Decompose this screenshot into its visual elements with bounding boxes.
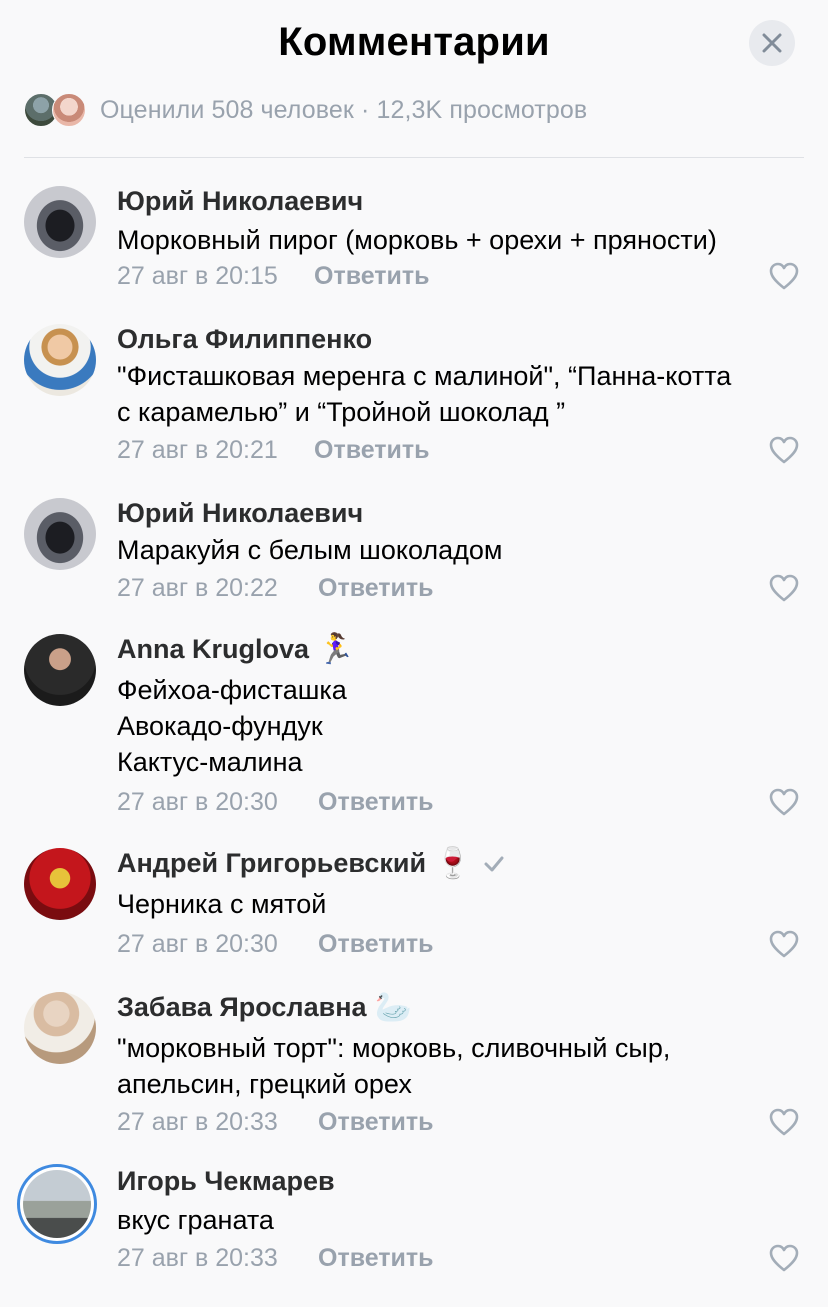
like-heart-icon[interactable] xyxy=(769,930,799,958)
avatar[interactable] xyxy=(17,1164,97,1244)
comment-text: Черника с мятой xyxy=(117,889,327,919)
avatar[interactable] xyxy=(24,498,96,570)
like-heart-icon[interactable] xyxy=(769,1108,799,1136)
comment-text: Маракуйя с белым шоколадом xyxy=(117,535,503,565)
like-heart-icon[interactable] xyxy=(769,574,799,602)
comment-time: 27 авг в 20:30 xyxy=(117,788,278,816)
like-heart-icon[interactable] xyxy=(769,436,799,464)
divider xyxy=(24,157,804,158)
avatar xyxy=(52,93,86,127)
comment-text: "морковный торт": морковь, сливочный сыр… xyxy=(117,1033,671,1099)
like-heart-icon[interactable] xyxy=(769,788,799,816)
comment-time: 27 авг в 20:33 xyxy=(117,1108,278,1136)
stats-text: Оценили 508 человек · 12,3K просмотров xyxy=(100,95,588,124)
close-icon xyxy=(762,33,782,53)
reply-button[interactable]: Ответить xyxy=(318,1108,434,1137)
running-woman-emoji: 🏃‍♀️ xyxy=(317,632,355,666)
comment-time: 27 авг в 20:33 xyxy=(117,1244,278,1272)
header: Комментарии xyxy=(0,0,828,90)
comment-time: 27 авг в 20:15 xyxy=(117,262,278,290)
comment-author[interactable]: Андрей Григорьевский 🍷 xyxy=(117,848,505,879)
comment-text: вкус граната xyxy=(117,1205,274,1235)
liked-avatars xyxy=(24,93,86,127)
comment-author[interactable]: Юрий Николаевич xyxy=(117,186,363,217)
comment-text: Морковный пирог (морковь + орехи + пряно… xyxy=(117,225,717,255)
comment-author[interactable]: Юрий Николаевич xyxy=(117,498,363,529)
avatar[interactable] xyxy=(24,848,96,920)
stats-bar[interactable]: Оценили 508 человек · 12,3K просмотров xyxy=(24,92,587,128)
comment-author[interactable]: Ольга Филиппенко xyxy=(117,324,372,355)
reply-button[interactable]: Ответить xyxy=(318,788,434,817)
wine-glass-emoji: 🍷 xyxy=(434,846,472,880)
like-heart-icon[interactable] xyxy=(769,262,799,290)
comment-author[interactable]: Anna Kruglova 🏃‍♀️ xyxy=(117,634,354,665)
avatar[interactable] xyxy=(24,634,96,706)
comment-text: "Фисташковая меренга с малиной", “Панна-… xyxy=(117,361,732,427)
reply-button[interactable]: Ответить xyxy=(314,262,430,291)
swan-emoji: 🦢 xyxy=(374,990,412,1024)
avatar[interactable] xyxy=(24,324,96,396)
comment-time: 27 авг в 20:21 xyxy=(117,436,278,464)
reply-button[interactable]: Ответить xyxy=(314,436,430,465)
avatar[interactable] xyxy=(24,186,96,258)
verified-check-icon xyxy=(484,856,504,871)
reply-button[interactable]: Ответить xyxy=(318,930,434,959)
close-button[interactable] xyxy=(749,20,795,66)
avatar[interactable] xyxy=(24,992,96,1064)
comment-text: Фейхоа-фисташка Авокадо-фундук Кактус-ма… xyxy=(117,675,347,777)
reply-button[interactable]: Ответить xyxy=(318,574,434,603)
comment-time: 27 авг в 20:30 xyxy=(117,930,278,958)
like-heart-icon[interactable] xyxy=(769,1244,799,1272)
comment-time: 27 авг в 20:22 xyxy=(117,574,278,602)
comment-author[interactable]: Забава Ярославна 🦢 xyxy=(117,992,412,1023)
page-title: Комментарии xyxy=(278,20,550,64)
comment-author[interactable]: Игорь Чекмарев xyxy=(117,1166,335,1197)
reply-button[interactable]: Ответить xyxy=(318,1244,434,1273)
